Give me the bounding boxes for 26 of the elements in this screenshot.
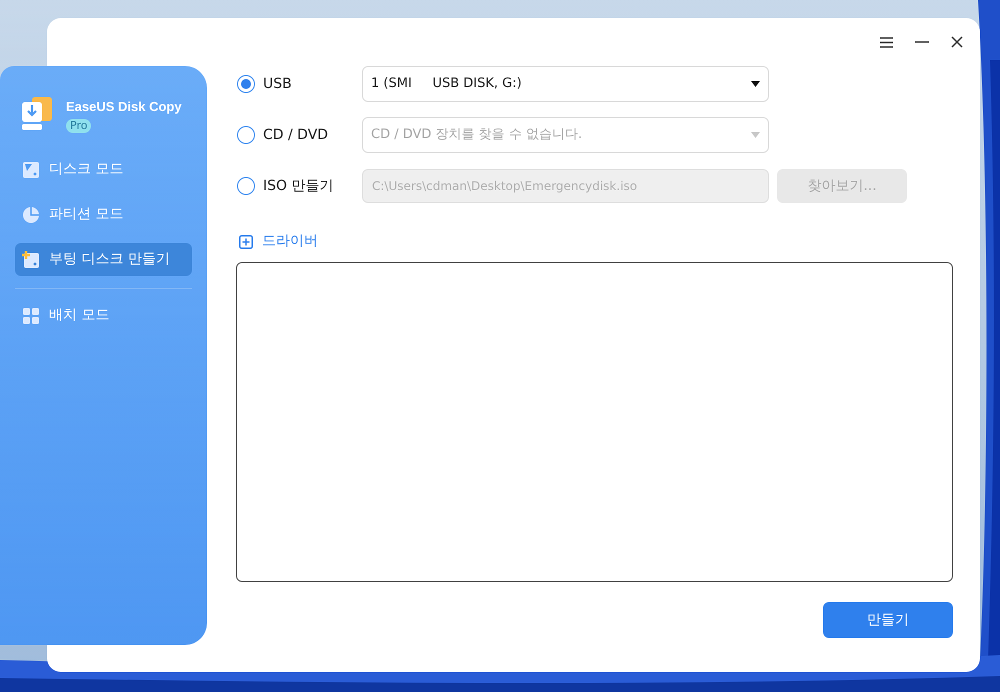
option-label: USB [263,74,292,94]
minimize-icon[interactable] [915,41,929,43]
sidebar-item[interactable]: 디스크 모드 [15,153,192,186]
option-label: ISO 만들기 [263,176,334,196]
sidebar-item-label: 부팅 디스크 만들기 [49,250,170,269]
option-label: CD / DVD [263,126,328,144]
driver-link[interactable]: 드라이버 [262,231,318,252]
app-logo-icon [20,96,54,130]
sidebar-item-label: 디스크 모드 [49,160,124,179]
grid-icon [22,306,40,324]
add-icon[interactable] [239,234,253,248]
caret-icon [751,132,760,138]
radio-button[interactable] [237,75,255,93]
sidebar-item-label: 배치 모드 [49,306,110,325]
sidebar-item[interactable]: 배치 모드 [15,299,192,332]
close-icon[interactable] [951,36,963,48]
create-button[interactable]: 만들기 [823,602,953,638]
menu-icon[interactable] [880,36,893,48]
device-dropdown[interactable]: 1 (SMI USB DISK, G:) [362,66,769,102]
pie-chart-icon [22,206,40,224]
app-name: EaseUS Disk Copy [66,98,182,116]
sidebar-item-label: 파티션 모드 [49,205,124,224]
edition-badge: Pro [66,119,92,133]
sidebar-item[interactable]: 부팅 디스크 만들기 [15,243,192,276]
sidebar-item[interactable]: 파티션 모드 [15,198,192,231]
caret-icon [751,81,760,87]
